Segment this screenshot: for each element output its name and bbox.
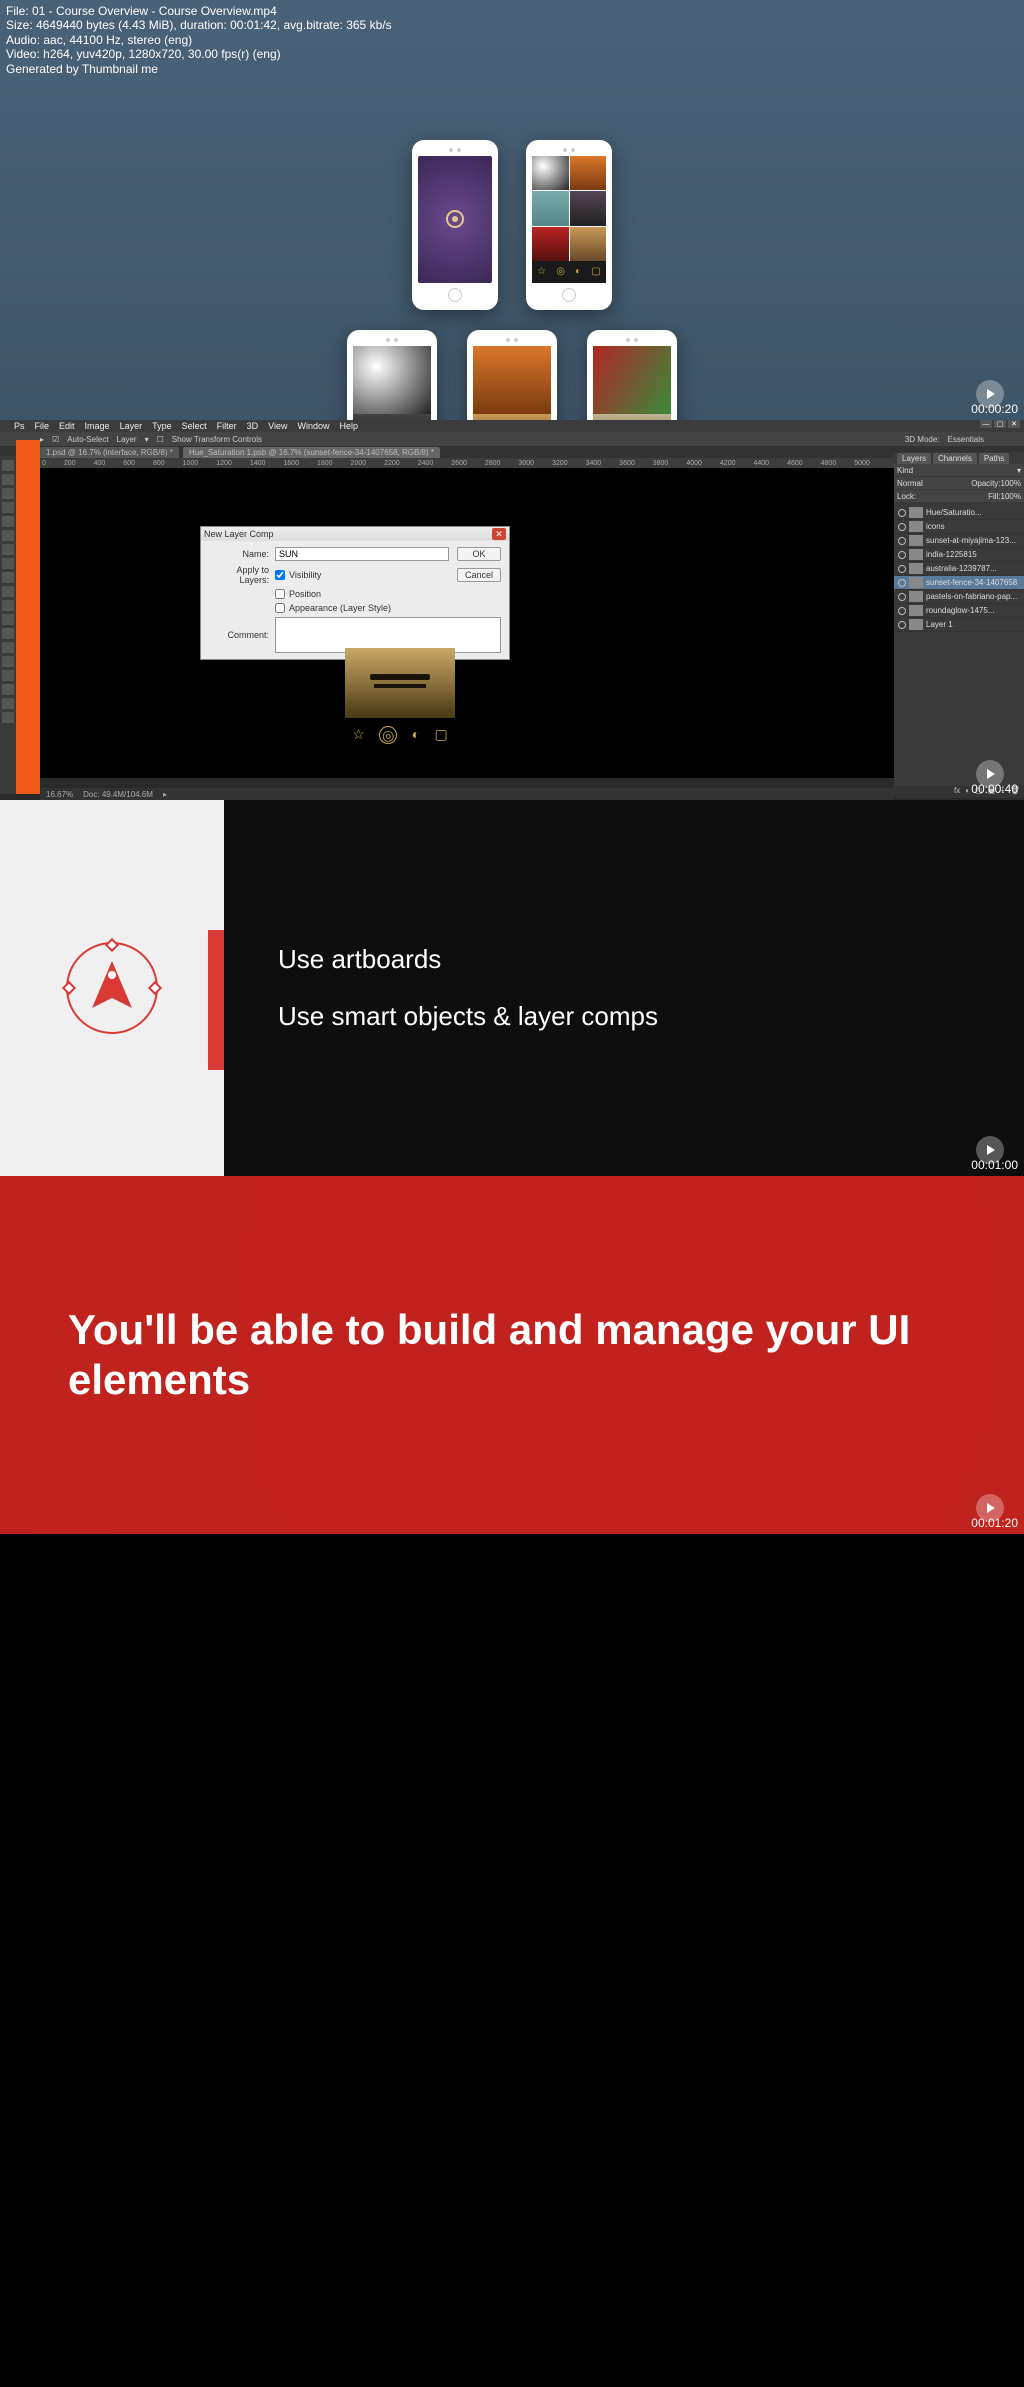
- phone-mockup: ☆◎◐▢: [467, 330, 557, 420]
- name-label: Name:: [209, 549, 269, 559]
- camera-icon: [446, 210, 464, 228]
- position-checkbox[interactable]: [275, 589, 285, 599]
- phone-mockup: ☆◎◐▢: [587, 330, 677, 420]
- frame-4: You'll be able to build and manage your …: [0, 1176, 1024, 1534]
- phone-mockup: ☆◎◐▢: [347, 330, 437, 420]
- timestamp: 00:01:00: [971, 1158, 1018, 1172]
- dialog-title: New Layer Comp: [204, 529, 274, 539]
- contrast-icon: ◐: [412, 726, 420, 744]
- apply-label: Apply to Layers:: [209, 565, 269, 585]
- canvas-content: ☆ ◎ ◐ ▢: [345, 648, 455, 744]
- layer-row[interactable]: sunset-fence-34-1407658: [894, 576, 1024, 590]
- canvas: New Layer Comp ✕ Name: OK Apply to Layers…: [40, 468, 894, 778]
- comment-label: Comment:: [209, 630, 269, 640]
- timestamp: 00:00:40: [971, 782, 1018, 796]
- layer-row[interactable]: Hue/Saturatio...: [894, 506, 1024, 520]
- timestamp: 00:01:20: [971, 1516, 1018, 1530]
- layer-row[interactable]: india-1225815: [894, 548, 1024, 562]
- layer-row[interactable]: roundaglow-1475...: [894, 604, 1024, 618]
- layer-row[interactable]: icons: [894, 520, 1024, 534]
- ok-button[interactable]: OK: [457, 547, 501, 561]
- star-icon: ☆: [352, 726, 365, 744]
- frame-1: File: 01 - Course Overview - Course Over…: [0, 0, 1024, 420]
- timestamp: 00:00:20: [971, 402, 1018, 416]
- bullet-line: Use smart objects & layer comps: [278, 1001, 1024, 1032]
- appearance-checkbox[interactable]: [275, 603, 285, 613]
- vector-pen-icon: [57, 933, 167, 1043]
- headline: You'll be able to build and manage your …: [0, 1305, 1024, 1406]
- doc-tabs[interactable]: 1.psd @ 16.7% (interface, RGB/8) * Hue_S…: [0, 446, 1024, 458]
- status-bar: 16.67%Doc: 49.4M/104.6M▸: [40, 788, 894, 800]
- visibility-checkbox[interactable]: [275, 570, 285, 580]
- options-bar[interactable]: ▸☑Auto-SelectLayer▾☐Show Transform Contr…: [0, 432, 1024, 446]
- layer-row[interactable]: sunset-at-miyajima-123...: [894, 534, 1024, 548]
- close-icon[interactable]: ✕: [492, 528, 506, 540]
- target-icon: ◎: [379, 726, 397, 744]
- photoshop-frame: —▢✕ Ps FileEditImageLayerTypeSelectFilte…: [0, 420, 1024, 800]
- new-layer-comp-dialog: New Layer Comp ✕ Name: OK Apply to Layers…: [200, 526, 510, 660]
- frame-3: Use artboards Use smart objects & layer …: [0, 800, 1024, 1176]
- layer-row[interactable]: Layer 1: [894, 618, 1024, 632]
- layer-row[interactable]: australia-1239787...: [894, 562, 1024, 576]
- file-meta: File: 01 - Course Overview - Course Over…: [0, 0, 1024, 80]
- bullet-line: Use artboards: [278, 944, 1024, 975]
- tools-panel[interactable]: [0, 456, 16, 794]
- menu-bar[interactable]: Ps FileEditImageLayerTypeSelectFilter3DV…: [0, 420, 1024, 432]
- orange-overlay: [16, 440, 40, 794]
- window-controls[interactable]: —▢✕: [980, 420, 1020, 428]
- layer-row[interactable]: pastels-on-fabriano-pap...: [894, 590, 1024, 604]
- name-input[interactable]: [275, 547, 449, 561]
- phone-mockup: [412, 140, 498, 310]
- layers-panel[interactable]: LayersChannelsPaths Kind▾ NormalOpacity:…: [894, 452, 1024, 794]
- picture-icon: ▢: [435, 726, 448, 744]
- cancel-button[interactable]: Cancel: [457, 568, 501, 582]
- phone-mockup: ☆◎◐▢: [526, 140, 612, 310]
- ruler: 0200400600800100012001400160018002000220…: [0, 458, 1024, 468]
